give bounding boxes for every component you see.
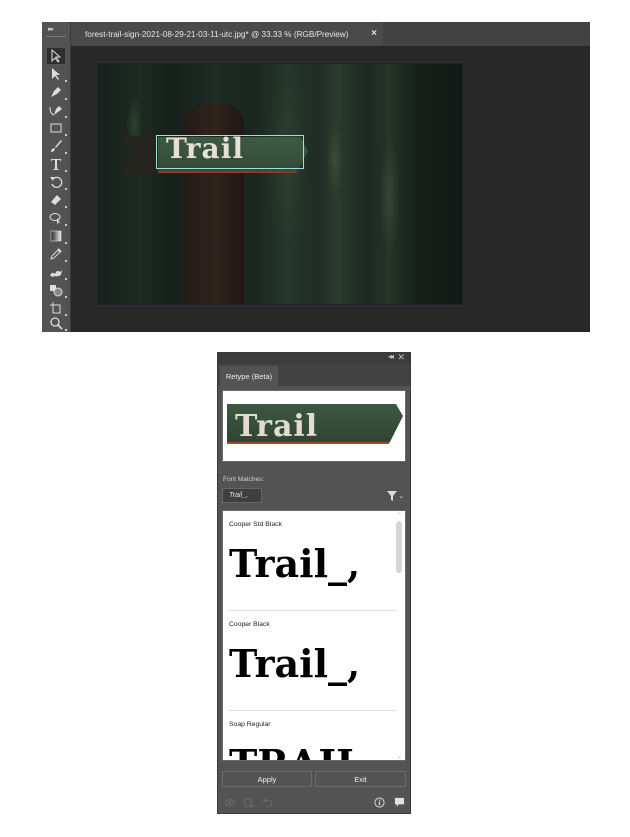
scrollbar-thumb[interactable] xyxy=(396,521,402,573)
rotate-icon xyxy=(50,176,63,188)
type-icon xyxy=(51,159,61,170)
sample-text: Trail_, xyxy=(229,492,248,499)
collapse-panel-icon[interactable]: ◂◂ xyxy=(388,352,394,361)
toolbar-grip[interactable]: ▸▸ xyxy=(48,25,54,33)
lasso-icon xyxy=(49,213,61,224)
font-result-item[interactable]: Cooper Black Trail_, xyxy=(223,611,397,711)
brush-icon xyxy=(51,140,62,152)
scroll-down-icon[interactable]: ⌄ xyxy=(397,753,402,760)
type-tool[interactable] xyxy=(47,156,67,172)
text-preview: Trail xyxy=(222,390,406,462)
rectangle-tool[interactable] xyxy=(47,120,67,136)
info-icon xyxy=(373,796,385,808)
pen-icon xyxy=(51,87,61,97)
tab-retype[interactable]: Retype (Beta) xyxy=(220,366,278,386)
curvature-pen-icon xyxy=(49,106,62,116)
font-name: Cooper Black xyxy=(229,621,270,628)
font-matches-label: Font Matches: xyxy=(223,476,265,483)
document-tab-title: forest-trail-sign-2021-08-29-21-03-11-ut… xyxy=(85,29,349,39)
document-tab-bar: forest-trail-sign-2021-08-29-21-03-11-ut… xyxy=(71,22,590,46)
exit-button[interactable]: Exit xyxy=(315,771,406,787)
visibility-icon xyxy=(223,798,235,806)
rectangle-icon xyxy=(50,123,62,133)
panel-tab-row: Retype (Beta) xyxy=(218,364,410,386)
selection-tool[interactable] xyxy=(47,48,65,64)
selection-arrow-icon xyxy=(51,49,62,63)
feedback-button[interactable] xyxy=(393,796,405,808)
close-tab-icon[interactable]: × xyxy=(371,28,377,39)
artboard-icon xyxy=(50,302,61,314)
puppet-warp-tool[interactable] xyxy=(47,264,67,280)
curvature-pen-tool[interactable] xyxy=(47,102,67,118)
preview-text: Trail xyxy=(235,409,319,444)
feedback-icon xyxy=(394,797,404,807)
font-name: Soap Regular xyxy=(229,721,271,728)
sample-text-field[interactable]: Trail_, xyxy=(222,488,262,503)
panel-header: ◂◂ ✕ xyxy=(218,352,410,364)
filter-button[interactable]: ⌄ xyxy=(387,491,404,501)
undo-button[interactable] xyxy=(261,796,273,808)
brush-tool[interactable] xyxy=(47,138,67,154)
direct-selection-arrow-icon xyxy=(52,68,60,80)
apply-button[interactable]: Apply xyxy=(222,771,312,787)
toolbar-separator xyxy=(46,36,66,37)
pen-tool[interactable] xyxy=(47,84,67,100)
filter-icon xyxy=(387,491,398,501)
document-image[interactable]: Trail xyxy=(97,63,463,305)
font-name: Cooper Std Black xyxy=(229,521,282,528)
direct-selection-tool[interactable] xyxy=(47,66,67,82)
replace-icon xyxy=(243,797,253,807)
info-button[interactable] xyxy=(373,796,385,808)
shape-builder-icon xyxy=(50,285,63,297)
eraser-tool[interactable] xyxy=(47,192,67,208)
shape-builder-tool[interactable] xyxy=(47,282,67,298)
photoshop-window: ▸▸ forest-trail-sign-2021-08-29-21-03-11… xyxy=(42,22,590,332)
eyedropper-tool[interactable] xyxy=(47,246,67,262)
font-result-item[interactable]: Cooper Std Black Trail_, xyxy=(223,511,397,611)
eyedropper-icon xyxy=(50,248,62,260)
scroll-up-icon[interactable]: ⌃ xyxy=(397,512,402,519)
puppet-warp-icon xyxy=(50,270,62,277)
chevron-down-icon: ⌄ xyxy=(398,493,404,500)
retype-panel: ◂◂ ✕ Retype (Beta) Trail Font Matches: T… xyxy=(217,352,411,814)
zoom-icon xyxy=(50,317,63,330)
preview-image: Trail xyxy=(227,404,403,444)
text-selection-box[interactable] xyxy=(156,135,304,169)
zoom-tool[interactable] xyxy=(47,315,67,331)
font-sample: TRAIL xyxy=(229,741,363,760)
canvas-area[interactable]: Trail xyxy=(71,46,590,332)
rotate-tool[interactable] xyxy=(47,174,67,190)
lasso-tool[interactable] xyxy=(47,210,67,226)
gradient-icon xyxy=(50,230,62,242)
artboard-tool[interactable] xyxy=(47,300,67,316)
undo-icon xyxy=(262,797,272,807)
scrollbar[interactable]: ⌃ ⌄ xyxy=(396,511,404,760)
font-result-item[interactable]: Soap Regular TRAIL xyxy=(223,711,397,760)
visibility-button[interactable] xyxy=(223,796,235,808)
toolbar: ▸▸ xyxy=(42,22,71,332)
gradient-tool[interactable] xyxy=(47,228,67,244)
document-tab[interactable]: forest-trail-sign-2021-08-29-21-03-11-ut… xyxy=(71,22,383,46)
replace-button[interactable] xyxy=(242,796,254,808)
close-panel-icon[interactable]: ✕ xyxy=(397,352,405,363)
font-sample: Trail_, xyxy=(229,541,361,586)
font-results-list[interactable]: Cooper Std Black Trail_, Cooper Black Tr… xyxy=(222,510,406,761)
eraser-icon xyxy=(51,195,61,205)
tab-retype-label: Retype (Beta) xyxy=(225,371,273,381)
font-sample: Trail_, xyxy=(229,641,361,686)
